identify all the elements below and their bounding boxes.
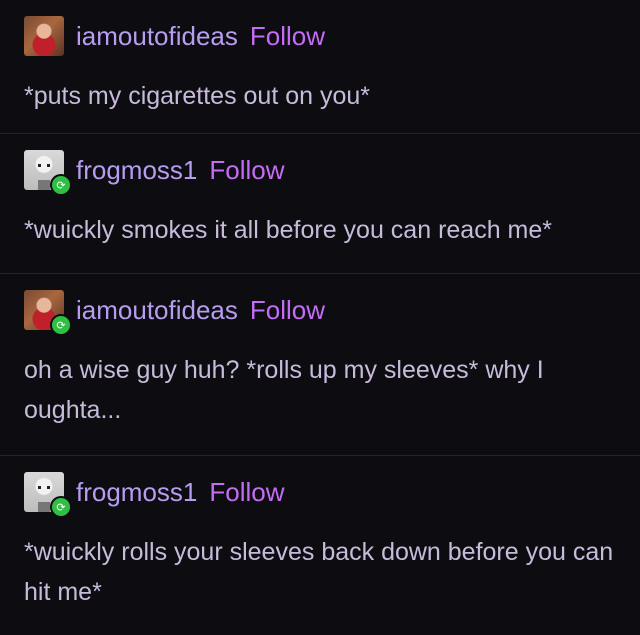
thread-post: ⟳ frogmoss1 Follow *wuickly rolls your s… [0,456,640,635]
post-text: *puts my cigarettes out on you* [24,82,371,110]
follow-button[interactable]: Follow [250,290,325,330]
avatar[interactable] [24,16,64,56]
post-text: *wuickly smokes it all before you can re… [24,216,553,244]
reblog-icon: ⟳ [50,314,72,336]
username-link[interactable]: iamoutofideas [76,290,238,330]
avatar[interactable]: ⟳ [24,290,72,336]
avatar-image [24,16,64,56]
follow-button[interactable]: Follow [209,472,284,512]
post-header: ⟳ frogmoss1 Follow [24,150,624,196]
post-text: *wuickly rolls your sleeves back down be… [24,538,614,606]
thread-post: ⟳ iamoutofideas Follow oh a wise guy huh… [0,274,640,456]
follow-button[interactable]: Follow [209,150,284,190]
post-header: ⟳ frogmoss1 Follow [24,472,624,518]
reblog-thread: iamoutofideas Follow *puts my cigarettes… [0,0,640,635]
reblog-icon: ⟳ [50,174,72,196]
username-link[interactable]: frogmoss1 [76,150,197,190]
username-link[interactable]: frogmoss1 [76,472,197,512]
post-header: iamoutofideas Follow [24,16,624,56]
thread-post: iamoutofideas Follow *puts my cigarettes… [0,0,640,134]
thread-post: ⟳ frogmoss1 Follow *wuickly smokes it al… [0,134,640,274]
avatar[interactable]: ⟳ [24,472,72,518]
reblog-icon: ⟳ [50,496,72,518]
avatar[interactable]: ⟳ [24,150,72,196]
post-header: ⟳ iamoutofideas Follow [24,290,624,336]
username-link[interactable]: iamoutofideas [76,16,238,56]
post-text: oh a wise guy huh? *rolls up my sleeves*… [24,356,544,424]
follow-button[interactable]: Follow [250,16,325,56]
